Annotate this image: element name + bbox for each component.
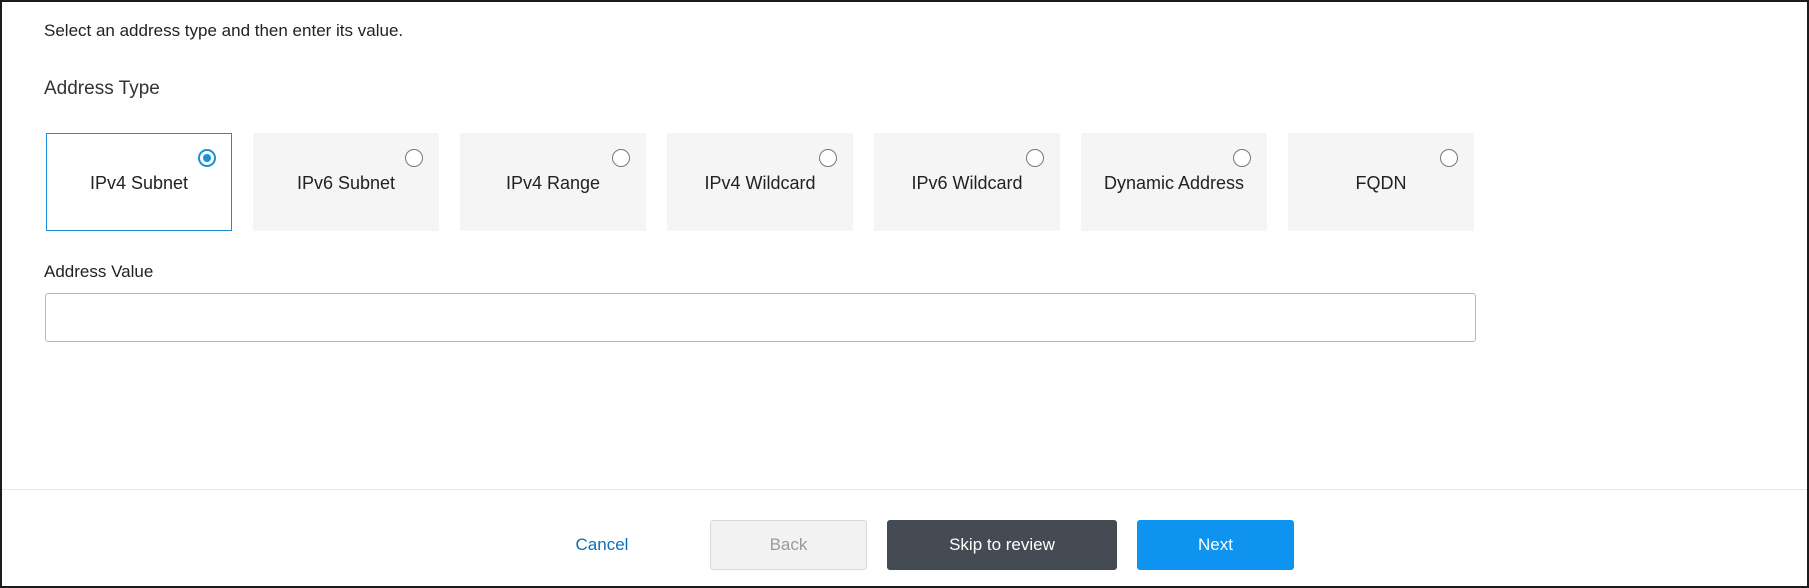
footer-divider [2, 489, 1807, 490]
address-type-dynamic-address[interactable]: Dynamic Address [1081, 133, 1267, 231]
radio-unselected-icon[interactable] [1026, 149, 1044, 167]
radio-unselected-icon[interactable] [612, 149, 630, 167]
address-type-ipv6-subnet[interactable]: IPv6 Subnet [253, 133, 439, 231]
skip-to-review-button[interactable]: Skip to review [887, 520, 1117, 570]
radio-unselected-icon[interactable] [819, 149, 837, 167]
radio-selected-icon[interactable] [198, 149, 216, 167]
address-type-option-label: IPv4 Range [505, 173, 601, 193]
address-type-option-label: IPv4 Wildcard [704, 173, 816, 193]
address-type-ipv4-wildcard[interactable]: IPv4 Wildcard [667, 133, 853, 231]
radio-unselected-icon[interactable] [1440, 149, 1458, 167]
address-type-option-label: IPv6 Subnet [296, 173, 396, 193]
radio-unselected-icon[interactable] [405, 149, 423, 167]
address-type-option-label: IPv4 Subnet [89, 173, 189, 193]
address-type-option-label: IPv6 Wildcard [911, 173, 1023, 193]
address-type-ipv4-range[interactable]: IPv4 Range [460, 133, 646, 231]
address-type-options: IPv4 Subnet IPv6 Subnet IPv4 Range IPv4 … [46, 133, 1474, 231]
address-type-option-label: FQDN [1355, 173, 1407, 193]
address-value-input[interactable] [45, 293, 1476, 342]
address-value-label: Address Value [44, 262, 154, 281]
next-button[interactable]: Next [1137, 520, 1294, 570]
radio-unselected-icon[interactable] [1233, 149, 1251, 167]
address-type-ipv6-wildcard[interactable]: IPv6 Wildcard [874, 133, 1060, 231]
address-type-fqdn[interactable]: FQDN [1288, 133, 1474, 231]
wizard-panel: Select an address type and then enter it… [0, 0, 1809, 588]
wizard-footer: Cancel Back Skip to review Next [2, 520, 1807, 570]
cancel-button[interactable]: Cancel [562, 520, 642, 570]
address-type-label: Address Type [44, 78, 160, 99]
instruction-text: Select an address type and then enter it… [44, 21, 404, 40]
address-type-ipv4-subnet[interactable]: IPv4 Subnet [46, 133, 232, 231]
back-button[interactable]: Back [710, 520, 867, 570]
address-type-option-label: Dynamic Address [1103, 173, 1245, 193]
